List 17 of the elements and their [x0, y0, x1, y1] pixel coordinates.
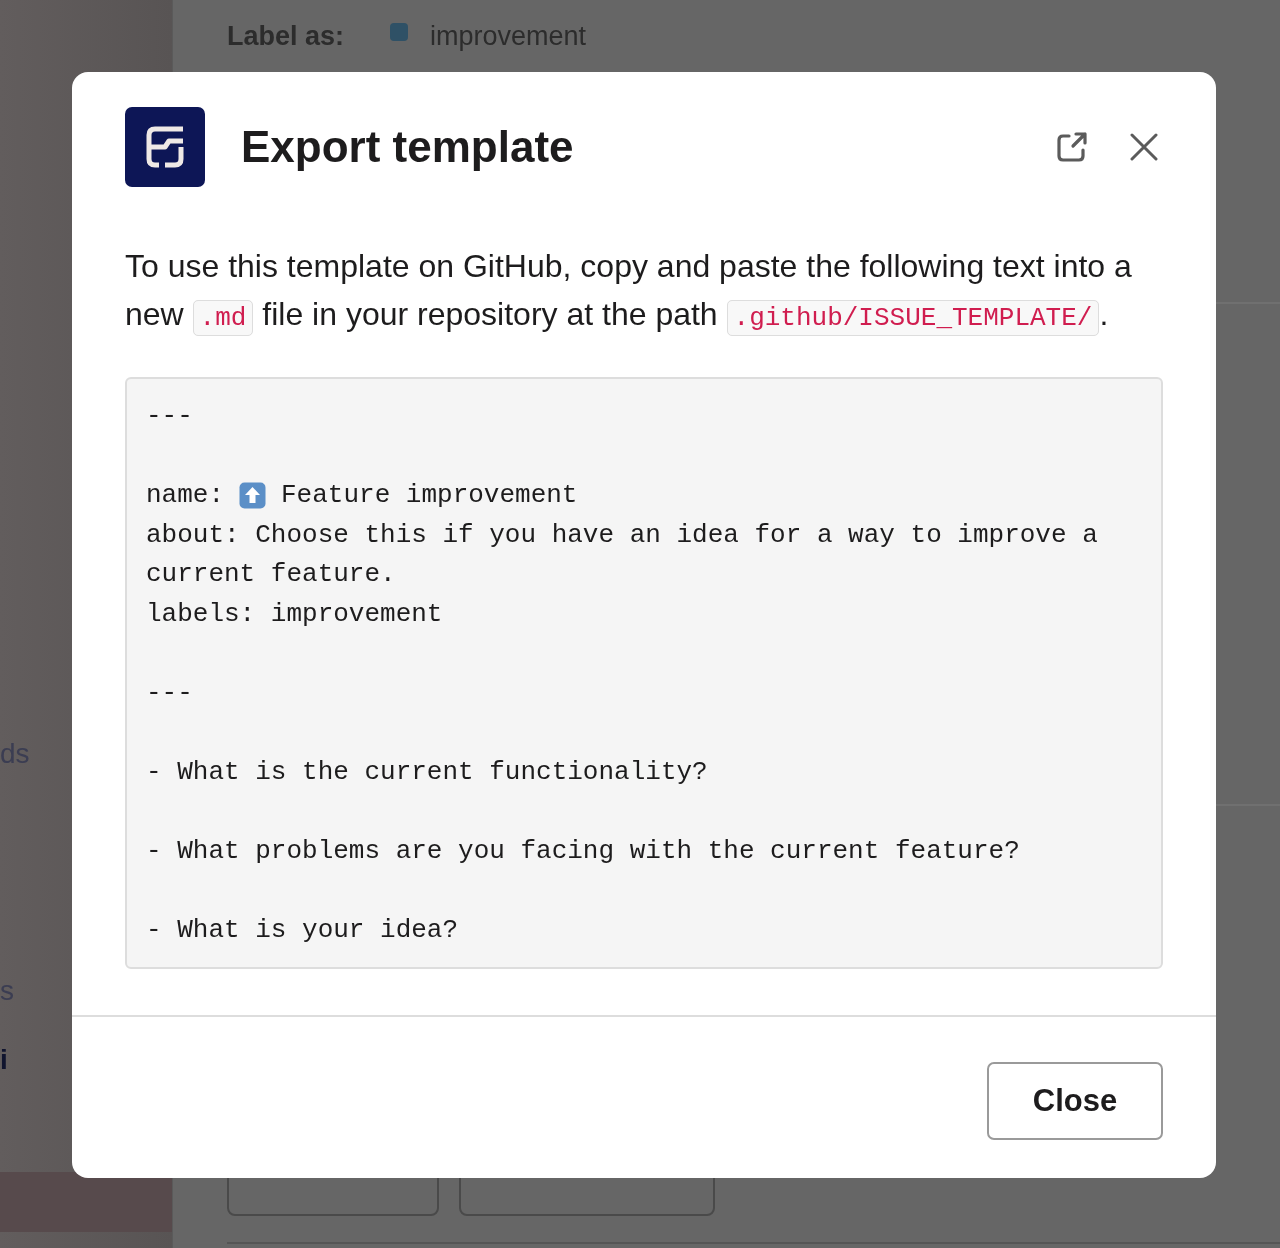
code-line: about: Choose this if you have an idea for a way to improve a current feature. — [146, 518, 1099, 591]
close-button[interactable]: Close — [987, 1062, 1163, 1140]
code-line: --- — [146, 676, 194, 710]
label-swatch — [390, 23, 409, 41]
instructions-text: To use this template on GitHub, copy and paste the following text into a new .md file in your repository at the path .github/ISSUE_TEMPLATE/ . — [125, 242, 1163, 342]
label-value: improvement — [430, 20, 587, 52]
code-text: Feature improvement — [281, 479, 578, 512]
dialog-title: Export template — [241, 122, 575, 172]
code-line: - What problems are you facing with the current feature? — [146, 834, 1021, 868]
label-as-text: Label as: — [227, 20, 345, 52]
code-text: name: — [146, 479, 224, 512]
code-line: - What is your idea? — [146, 913, 460, 947]
code-line: labels: improvement — [146, 597, 444, 631]
code-line: - What is the current functionality? — [146, 755, 709, 789]
logo-icon — [125, 107, 205, 187]
sidebar-item[interactable]: i — [0, 1044, 8, 1076]
code-line: --- — [146, 400, 194, 433]
